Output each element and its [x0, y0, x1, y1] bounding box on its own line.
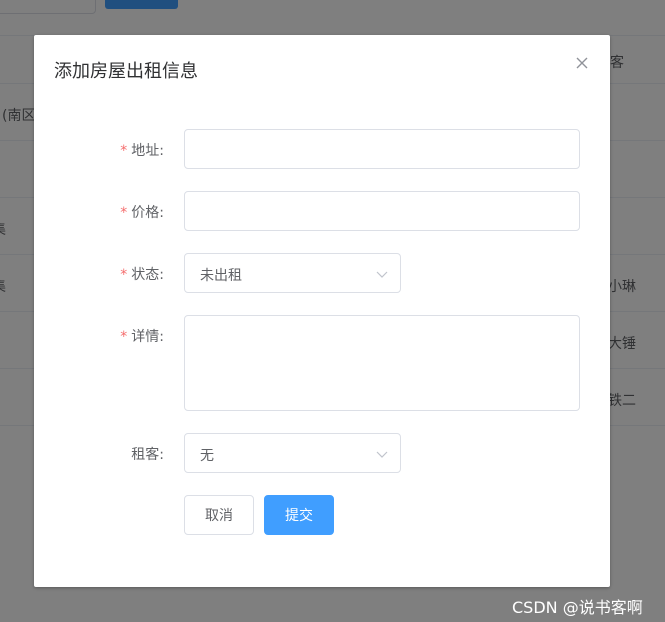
status-select-value: 未出租: [200, 268, 242, 284]
cancel-button[interactable]: 取消: [184, 495, 254, 535]
price-label-text: 价格:: [131, 205, 164, 221]
submit-button[interactable]: 提交: [264, 495, 334, 535]
tenant-label-text: 租客:: [131, 447, 164, 463]
details-label-text: 详情:: [131, 329, 164, 345]
price-input[interactable]: [184, 191, 580, 231]
dialog-title: 添加房屋出租信息: [54, 61, 198, 82]
tenant-select-value: 无: [200, 448, 214, 464]
required-mark: *: [120, 267, 128, 283]
close-button[interactable]: [574, 55, 590, 71]
required-mark: *: [120, 143, 128, 159]
status-label-text: 状态:: [131, 267, 164, 283]
watermark: CSDN @说书客啊: [512, 598, 643, 617]
close-icon: [576, 57, 588, 69]
required-mark: *: [120, 205, 128, 221]
details-label: * 详情:: [120, 326, 164, 346]
status-select[interactable]: 未出租: [184, 253, 401, 293]
chevron-down-icon: [376, 451, 388, 458]
status-label: * 状态:: [120, 264, 164, 284]
address-label: * 地址:: [120, 140, 164, 160]
tenant-label: 租客:: [131, 444, 164, 464]
details-textarea[interactable]: [184, 315, 580, 411]
required-mark: *: [120, 329, 128, 345]
address-input[interactable]: [184, 129, 580, 169]
tenant-select[interactable]: 无: [184, 433, 401, 473]
chevron-down-icon: [376, 271, 388, 278]
address-label-text: 地址:: [131, 143, 164, 159]
add-rental-dialog: 添加房屋出租信息 * 地址: * 价格: * 状态: 未出租 * 详情: 租客: 无: [34, 35, 610, 587]
price-label: * 价格:: [120, 202, 164, 222]
